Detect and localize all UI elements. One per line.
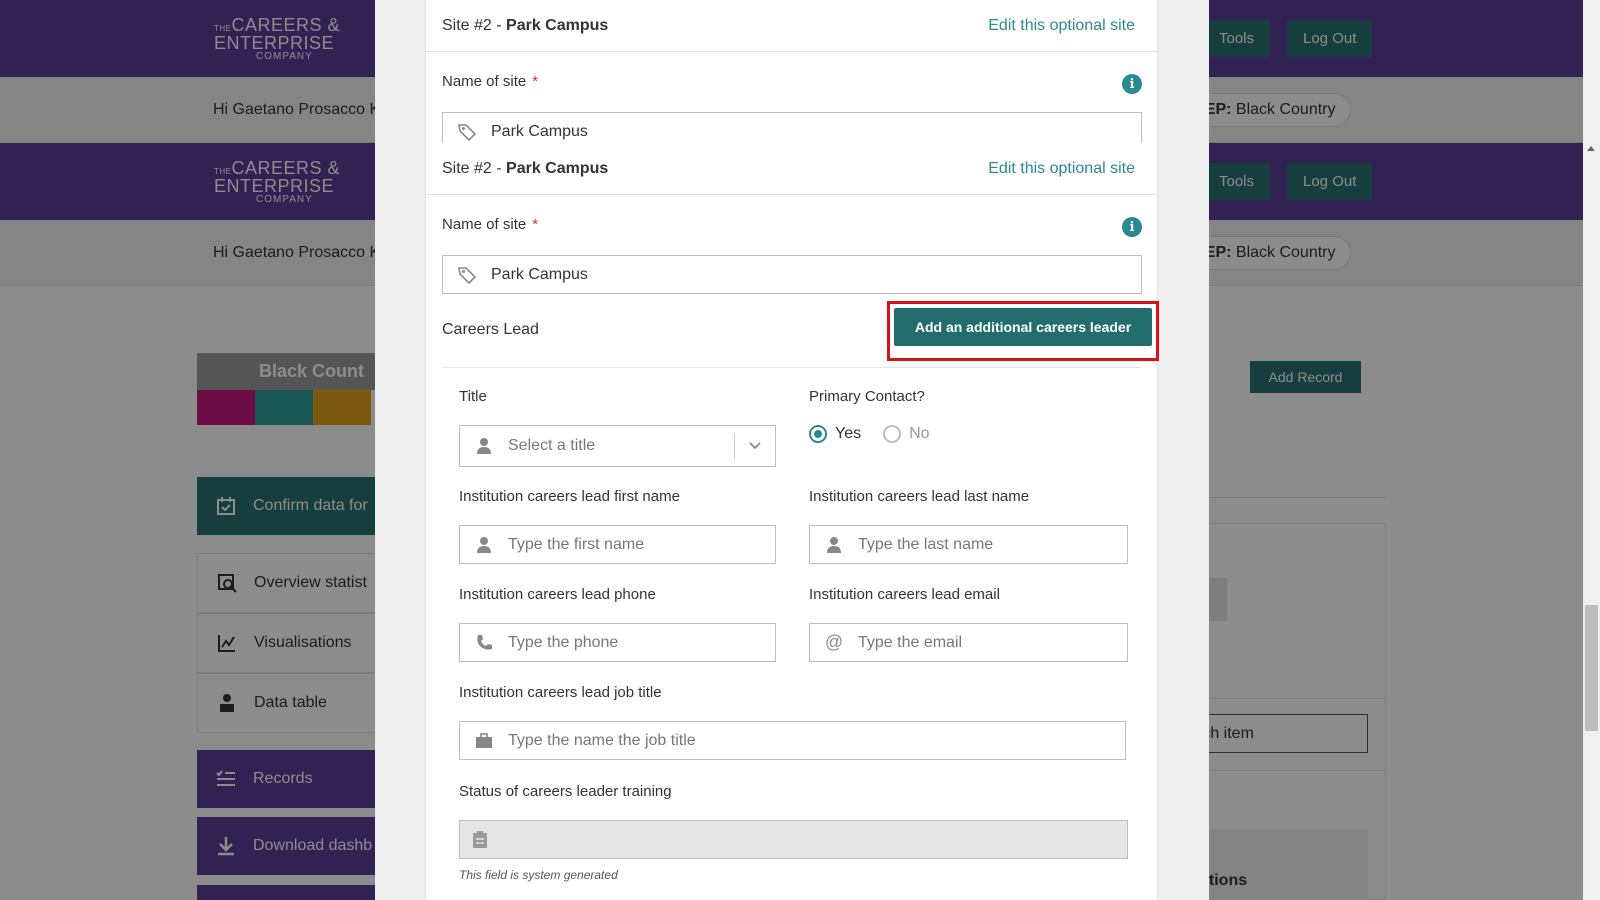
radio-yes[interactable] xyxy=(809,425,827,443)
clipboard-icon xyxy=(460,830,500,849)
phone-icon xyxy=(460,634,508,652)
info-icon[interactable]: i xyxy=(1122,217,1142,237)
phone-label: Institution careers lead phone xyxy=(459,586,656,603)
briefcase-icon xyxy=(460,732,508,750)
site-name-input[interactable]: Park Campus xyxy=(442,255,1142,294)
job-title-label: Institution careers lead job title xyxy=(459,684,662,701)
page-scrollbar[interactable] xyxy=(1583,0,1600,900)
training-status-field xyxy=(459,820,1128,859)
radio-no[interactable] xyxy=(883,425,902,443)
at-icon: @ xyxy=(824,632,844,652)
site-modal: Site #2 - Park Campus Edit this optional… xyxy=(375,0,1209,900)
email-input[interactable]: @ Type the email xyxy=(809,623,1128,662)
site-panel: Site #2 - Park Campus Edit this optional… xyxy=(425,143,1159,900)
email-label: Institution careers lead email xyxy=(809,586,1000,603)
edit-optional-site-link[interactable]: Edit this optional site xyxy=(988,17,1135,35)
site-title: Site #2 - Park Campus xyxy=(442,16,609,34)
title-select[interactable]: Select a title xyxy=(459,425,776,467)
person-icon xyxy=(810,536,858,554)
chevron-down-icon[interactable] xyxy=(735,441,775,451)
primary-contact-radios: Yes No xyxy=(809,425,930,443)
scrollbar-thumb[interactable] xyxy=(1585,605,1598,731)
site-name-label: Name of site * xyxy=(442,73,539,90)
primary-contact-label: Primary Contact? xyxy=(809,388,925,405)
first-name-label: Institution careers lead first name xyxy=(459,488,680,505)
edit-optional-site-link[interactable]: Edit this optional site xyxy=(988,160,1135,178)
title-label: Title xyxy=(459,388,487,405)
last-name-label: Institution careers lead last name xyxy=(809,488,1030,505)
phone-input[interactable]: Type the phone xyxy=(459,623,776,662)
last-name-input[interactable]: Type the last name xyxy=(809,525,1128,564)
info-icon[interactable]: i xyxy=(1122,74,1142,94)
site-title: Site #2 - Park Campus xyxy=(442,159,609,177)
system-generated-note: This field is system generated xyxy=(459,868,618,882)
first-name-input[interactable]: Type the first name xyxy=(459,525,776,564)
site-name-label: Name of site * xyxy=(442,216,539,233)
radio-yes-label: Yes xyxy=(835,425,862,442)
site-panel-clipped: Site #2 - Park Campus Edit this optional… xyxy=(425,0,1158,151)
person-icon xyxy=(460,536,508,554)
person-icon xyxy=(460,437,508,455)
careers-lead-label: Careers Lead xyxy=(442,321,539,338)
tag-icon xyxy=(443,265,491,285)
scroll-up-icon[interactable] xyxy=(1587,146,1595,151)
add-careers-leader-button[interactable]: Add an additional careers leader xyxy=(894,308,1152,346)
divider xyxy=(442,367,1142,368)
site-header: Site #2 - Park Campus Edit this optional… xyxy=(426,143,1157,195)
site-header: Site #2 - Park Campus Edit this optional… xyxy=(426,0,1157,52)
training-status-label: Status of careers leader training xyxy=(459,783,672,800)
tag-icon xyxy=(443,122,491,142)
radio-no-label: No xyxy=(909,425,930,442)
job-title-input[interactable]: Type the name the job title xyxy=(459,721,1126,760)
title-placeholder: Select a title xyxy=(508,437,596,454)
